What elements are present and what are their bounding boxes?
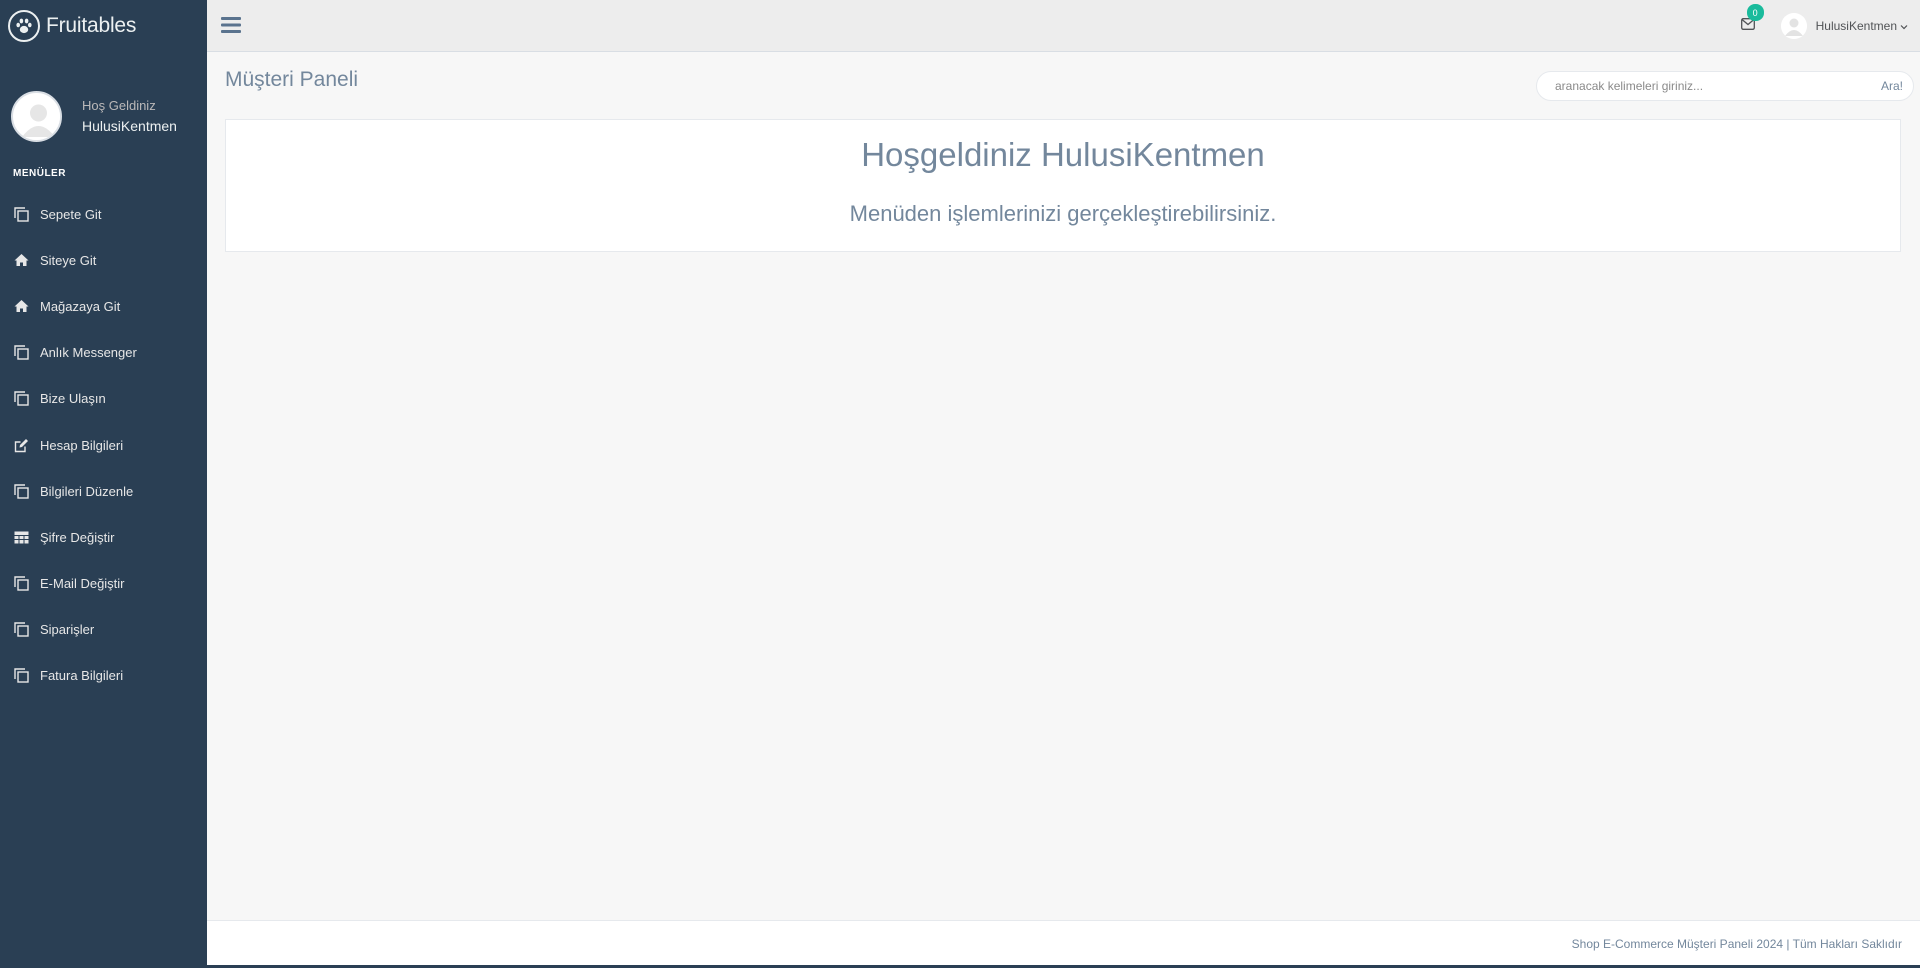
search-box: Ara! [1536,71,1914,101]
sidebar-item-siteye-git[interactable]: Siteye Git [0,237,207,283]
sidebar: Fruitables Hoş Geldiniz HulusiKentmen ME… [0,0,207,968]
sidebar-item-siparisler[interactable]: Siparişler [0,607,207,653]
sidebar-item-bilgileri-duzenle[interactable]: Bilgileri Düzenle [0,468,207,514]
sidebar-item-label: Anlık Messenger [40,345,137,361]
sidebar-item-label: Bilgileri Düzenle [40,483,134,499]
sidebar-item-email-degistir[interactable]: E-Mail Değiştir [0,561,207,607]
sidebar-item-label: Siparişler [40,622,95,638]
menu-toggle-icon[interactable] [221,15,241,40]
clone-icon [13,391,29,407]
avatar [1780,13,1807,39]
table-icon [13,529,29,545]
footer-text: Shop E-Commerce Müşteri Paneli 2024 | Tü… [1571,937,1902,951]
sidebar-item-label: Bize Ulaşın [40,391,106,407]
clone-icon [13,668,29,684]
page-title: Müşteri Paneli [225,68,359,91]
sidebar-item-label: Hesap Bilgileri [40,437,124,453]
messages-button[interactable]: 0 [1740,4,1764,35]
sidebar-item-label: Fatura Bilgileri [40,668,124,684]
clone-icon [13,206,29,222]
sidebar-item-bize-ulasin[interactable]: Bize Ulaşın [0,376,207,422]
welcome-subtitle: Menüden işlemlerinizi gerçekleştirebilir… [849,201,1277,226]
sidebar-item-label: E-Mail Değiştir [40,576,125,592]
messages-count-badge: 0 [1746,4,1764,21]
avatar [11,90,62,142]
home-icon [13,298,29,314]
menu-section-title: MENÜLER [13,168,66,179]
footer: Shop E-Commerce Müşteri Paneli 2024 | Tü… [207,920,1920,965]
chevron-down-icon [1900,17,1908,35]
sidebar-item-fatura-bilgileri[interactable]: Fatura Bilgileri [0,653,207,699]
user-name: HulusiKentmen [1815,19,1897,33]
main-content: 0 HulusiKentmen Müşteri Paneli aranacak … [207,0,1920,965]
edit-icon [13,437,29,453]
sidebar-item-sifre-degistir[interactable]: Şifre Değiştir [0,514,207,560]
sidebar-menu: Sepete Git Siteye Git Mağazaya Git Anlık… [0,191,207,699]
sidebar-item-label: Mağazaya Git [40,298,121,314]
search-input[interactable] [1537,72,1881,100]
clone-icon [13,576,29,592]
welcome-panel: Hoşgeldiniz HulusiKentmen Menüden işleml… [225,119,1901,252]
clone-icon [13,483,29,499]
profile: Hoş Geldiniz HulusiKentmen [0,45,207,170]
clone-icon [13,622,29,638]
sidebar-item-magazaya-git[interactable]: Mağazaya Git [0,283,207,329]
paw-icon [8,10,40,42]
user-menu-dropdown[interactable]: HulusiKentmen [1780,13,1908,39]
sidebar-item-anlik-messenger[interactable]: Anlık Messenger [0,330,207,376]
clone-icon [13,345,29,361]
search-button[interactable]: Ara! [1881,79,1913,93]
sidebar-item-label: Sepete Git [40,206,102,222]
sidebar-item-label: Şifre Değiştir [40,529,115,545]
welcome-title: Hoşgeldiniz HulusiKentmen [861,136,1265,173]
brand-name: Fruitables [46,14,137,37]
sidebar-item-sepete-git[interactable]: Sepete Git [0,191,207,237]
profile-welcome: Hoş Geldiniz [82,98,156,113]
home-icon [13,252,29,268]
top-navigation: 0 HulusiKentmen [207,0,1920,52]
sidebar-item-label: Siteye Git [40,252,97,268]
profile-name: HulusiKentmen [82,118,177,134]
sidebar-item-hesap-bilgileri[interactable]: Hesap Bilgileri [0,422,207,468]
